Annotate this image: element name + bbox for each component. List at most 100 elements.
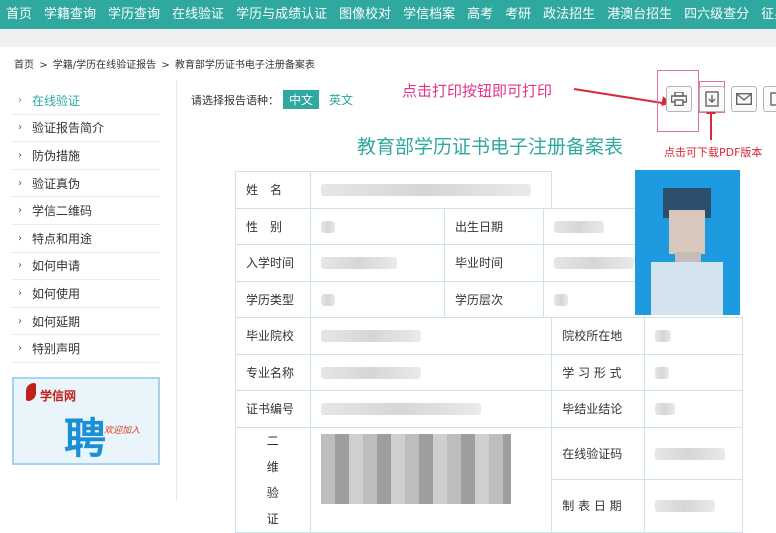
field-label-cert-no: 证书编号: [235, 390, 311, 428]
mail-icon: [736, 93, 752, 105]
nav-item[interactable]: 考研: [499, 0, 537, 29]
redacted-value: [654, 366, 669, 379]
redacted-value: [320, 257, 397, 270]
download-pdf-button[interactable]: [699, 86, 725, 112]
chevron-right-icon: ›: [18, 205, 22, 217]
field-label-conclusion: 毕结业结论: [551, 390, 645, 428]
redacted-value: [654, 500, 715, 513]
chevron-right-icon: ›: [18, 343, 22, 355]
print-button[interactable]: [666, 86, 692, 112]
redacted-value: [320, 184, 531, 197]
field-label-gender: 性 别: [235, 207, 311, 245]
qr-label-char: 维: [266, 459, 279, 474]
language-selector: 请选择报告语种： 中文 英文: [191, 90, 359, 109]
sidebar-item-label: 验证报告简介: [32, 121, 105, 136]
nav-item[interactable]: 高考: [461, 0, 499, 29]
sidebar-item[interactable]: › 防伪措施: [12, 142, 160, 170]
sidebar-item[interactable]: › 特别声明: [12, 335, 160, 363]
redacted-value: [320, 330, 421, 343]
field-label-birth: 出生日期: [444, 207, 544, 245]
breadcrumb-separator: >: [39, 60, 48, 71]
more-icon: [770, 92, 776, 106]
field-label-graduate: 毕业时间: [444, 244, 544, 282]
redacted-value: [553, 220, 604, 233]
nav-item[interactable]: 四六级查分: [678, 0, 755, 29]
field-label-qr: 二维验证: [246, 428, 300, 532]
nav-item[interactable]: 首页: [0, 0, 38, 29]
sidebar: › 在线验证 › 验证报告简介 › 防伪措施 › 验证真伪 › 学信二维码 › 特点和用途 › 如何申请 ›…: [12, 87, 160, 363]
field-label-verify-code: 在线验证码: [551, 426, 645, 480]
sidebar-item[interactable]: › 验证真伪: [12, 170, 160, 198]
sidebar-item-label: 如何申请: [32, 259, 81, 274]
sidebar-item-label: 特点和用途: [32, 231, 93, 246]
sidebar-item[interactable]: › 如何延期: [12, 308, 160, 336]
nav-item[interactable]: 学信档案: [397, 0, 461, 29]
nav-item[interactable]: 征兵报名: [755, 0, 776, 29]
nav-item[interactable]: 学籍查询: [38, 0, 102, 29]
top-navigation: 首页 学籍查询 学历查询 在线验证 学历与成绩认证 图像校对 学信档案 高考 考研 政法招生 港澳台…: [0, 0, 776, 29]
language-en-button[interactable]: 英文: [323, 90, 359, 109]
download-pdf-icon: [705, 91, 719, 107]
breadcrumb-section[interactable]: 学籍/学历在线验证报告: [53, 60, 156, 71]
recruit-banner[interactable]: 学信网 聘 欢迎加入: [12, 377, 160, 465]
nav-item[interactable]: 学历查询: [102, 0, 166, 29]
more-button[interactable]: [763, 86, 776, 112]
breadcrumb-separator: >: [161, 60, 170, 71]
redacted-value: [320, 220, 335, 233]
redacted-value: [320, 403, 481, 416]
sidebar-divider: [176, 80, 177, 500]
breadcrumb-current: 教育部学历证书电子注册备案表: [174, 60, 315, 71]
document-title: 教育部学历证书电子注册备案表: [356, 136, 623, 158]
nav-item[interactable]: 港澳台招生: [601, 0, 678, 29]
photo-region: [651, 262, 723, 315]
qr-label-char: 证: [266, 511, 279, 526]
redacted-value: [320, 366, 421, 379]
language-zh-button[interactable]: 中文: [283, 90, 320, 109]
sidebar-item[interactable]: › 学信二维码: [12, 197, 160, 225]
redacted-value: [654, 330, 671, 343]
chevron-right-icon: ›: [18, 177, 22, 189]
banner-main-text: 聘: [64, 414, 107, 463]
chevron-right-icon: ›: [18, 315, 22, 327]
field-label-study-form: 学 习 形 式: [551, 353, 645, 391]
chevron-right-icon: ›: [18, 149, 22, 161]
sidebar-item[interactable]: › 验证报告简介: [12, 115, 160, 143]
language-prompt: 请选择报告语种：: [191, 93, 279, 107]
sidebar-item-label: 在线验证: [32, 93, 81, 108]
field-label-enroll: 入学时间: [235, 244, 311, 282]
sidebar-item-label: 验证真伪: [32, 176, 81, 191]
sidebar-item[interactable]: › 如何使用: [12, 280, 160, 308]
sidebar-item[interactable]: › 如何申请: [12, 253, 160, 281]
sidebar-item-label: 学信二维码: [32, 204, 93, 219]
chevron-right-icon: ›: [18, 287, 22, 299]
redacted-value: [553, 257, 634, 270]
print-icon: [671, 92, 687, 106]
field-label-made-date: 制 表 日 期: [551, 479, 645, 533]
nav-item[interactable]: 学历与成绩认证: [230, 0, 333, 29]
photo-region: [669, 210, 705, 254]
redacted-value: [553, 293, 568, 306]
chevron-right-icon: ›: [18, 94, 22, 106]
xuexin-logo-icon: [26, 383, 36, 401]
chevron-right-icon: ›: [18, 122, 22, 134]
sidebar-item-label: 防伪措施: [32, 148, 81, 163]
redacted-value: [320, 293, 335, 306]
sidebar-item-label: 如何使用: [32, 286, 81, 301]
sidebar-item[interactable]: › 在线验证: [12, 87, 160, 115]
nav-item[interactable]: 政法招生: [537, 0, 601, 29]
student-photo: [635, 170, 740, 315]
nav-item[interactable]: 图像校对: [333, 0, 397, 29]
breadcrumb-home[interactable]: 首页: [14, 60, 34, 71]
field-label-school: 毕业院校: [235, 317, 311, 355]
sub-header-strip: [0, 29, 776, 47]
field-label-edu-type: 学历类型: [235, 280, 311, 318]
email-button[interactable]: [731, 86, 757, 112]
breadcrumb: 首页 > 学籍/学历在线验证报告 > 教育部学历证书电子注册备案表: [14, 56, 317, 71]
nav-item[interactable]: 在线验证: [166, 0, 230, 29]
field-label-major: 专业名称: [235, 353, 311, 391]
banner-logo-text: 学信网: [40, 389, 77, 403]
chevron-right-icon: ›: [18, 260, 22, 272]
sidebar-item-label: 特别声明: [32, 342, 81, 357]
chevron-right-icon: ›: [18, 232, 22, 244]
sidebar-item[interactable]: › 特点和用途: [12, 225, 160, 253]
